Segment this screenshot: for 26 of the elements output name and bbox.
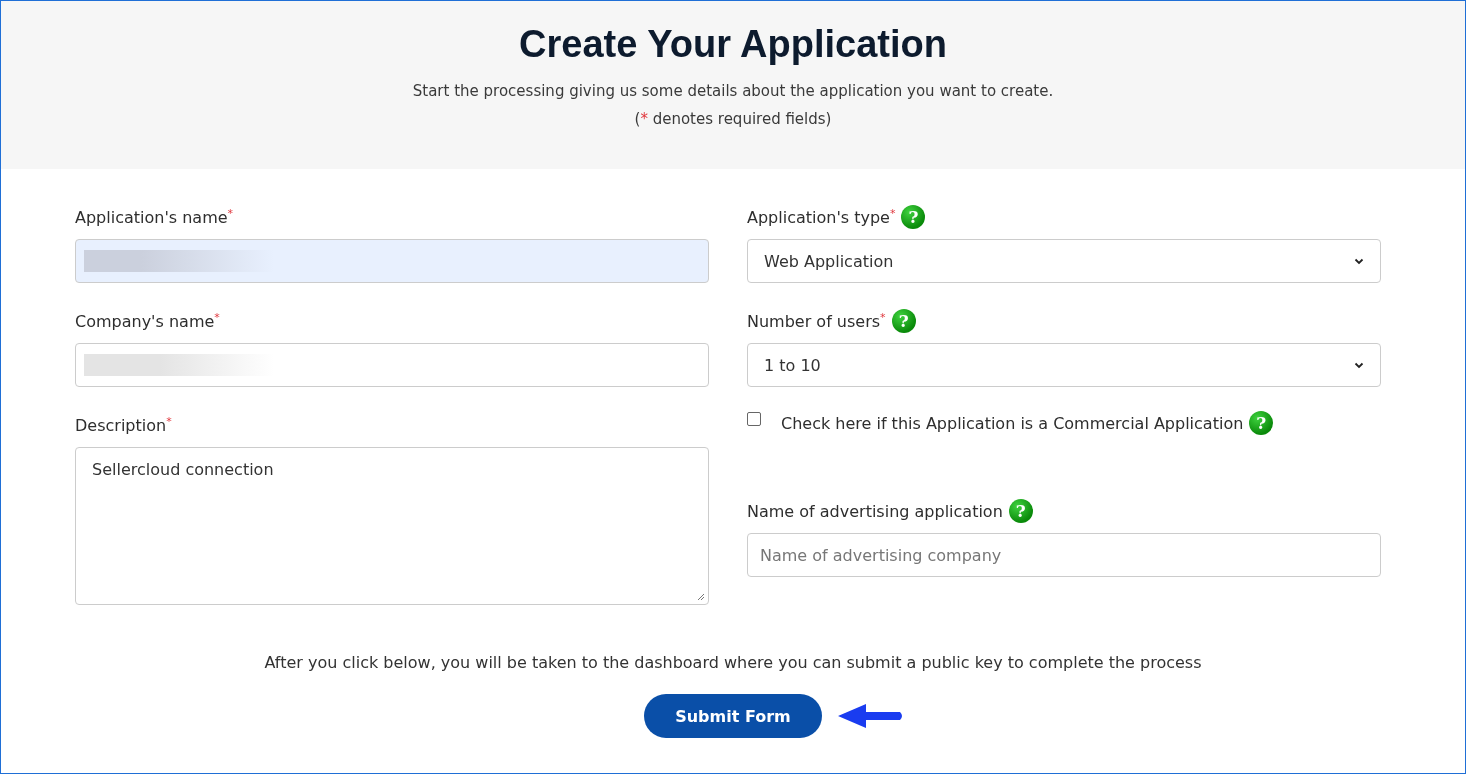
submit-button[interactable]: Submit Form: [644, 694, 822, 738]
field-label: Number of users$^{*}$: [747, 310, 886, 332]
chevron-down-icon: [1354, 257, 1364, 265]
field-label: Company's name$^{*}$: [75, 310, 220, 332]
chevron-down-icon: [1354, 361, 1364, 369]
dropdown[interactable]: 1 to 10: [747, 343, 1381, 387]
help-icon[interactable]: ?: [1008, 499, 1033, 523]
text-field[interactable]: [75, 343, 709, 387]
field-label: Name of advertising application: [747, 501, 1003, 521]
page-title: Create Your Application: [518, 23, 948, 66]
resize-handle-icon[interactable]: [696, 592, 705, 601]
field-label: Application's name$^{*}$: [75, 206, 234, 228]
text-field[interactable]: [75, 239, 709, 283]
help-icon[interactable]: ?: [891, 309, 916, 333]
dropdown[interactable]: Web Application: [747, 239, 1381, 283]
help-icon[interactable]: ?: [1249, 411, 1274, 435]
info-text: After you click below, you will be taken to the dashboard where you can submit a public key to complete the process: [263, 653, 1203, 672]
checkbox-label: Check here if this Application is a Commercial Application: [781, 413, 1244, 433]
page-subtitle: Start the processing giving us some details about the application you want to create.: [411, 81, 1055, 102]
field-label: Application's type$^{*}$: [747, 206, 896, 228]
field-label: Description$^{*}$: [75, 414, 172, 436]
required-note: (* denotes required fields): [633, 109, 833, 130]
checkbox[interactable]: [747, 412, 761, 426]
description-field[interactable]: Sellercloud connection: [75, 447, 709, 605]
text-field[interactable]: Name of advertising company: [747, 533, 1381, 577]
help-icon[interactable]: ?: [901, 205, 926, 229]
